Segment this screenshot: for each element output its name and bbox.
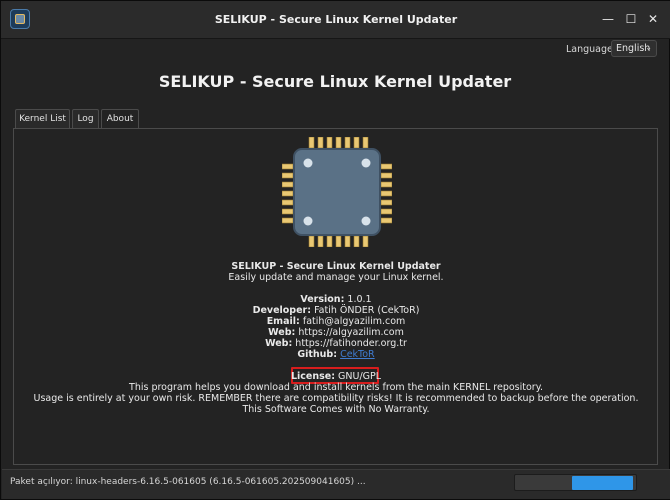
version-value: 1.0.1 <box>347 294 372 305</box>
about-app-name: SELIKUP - Secure Linux Kernel Updater <box>231 261 441 272</box>
chip-icon <box>282 137 392 247</box>
progress-indicator <box>572 476 633 490</box>
about-warning: Usage is entirely at your own risk. REME… <box>33 393 639 404</box>
about-version: Version: 1.0.1 <box>1 294 670 305</box>
maximize-icon[interactable]: ☐ <box>624 12 638 26</box>
email-value: fatih@algyazilim.com <box>302 316 406 327</box>
window-title: SELIKUP - Secure Linux Kernel Updater <box>214 13 458 26</box>
tab-about[interactable]: About <box>101 109 139 130</box>
developer-label: Developer: <box>252 305 312 316</box>
license-value: GNU/GPL <box>338 371 382 382</box>
about-web-1: Web: https://algyazilim.com <box>1 327 670 338</box>
language-label: Language: <box>566 44 617 55</box>
close-icon[interactable]: ✕ <box>646 12 660 26</box>
about-developer: Developer: Fatih ÖNDER (CekToR) <box>1 305 670 316</box>
about-web-2: Web: https://fatihonder.org.tr <box>1 338 670 349</box>
github-link[interactable]: CekToR <box>340 349 375 360</box>
tab-log[interactable]: Log <box>72 109 99 129</box>
app-window: SELIKUP - Secure Linux Kernel Updater — … <box>0 0 670 500</box>
about-description: This program helps you download and inst… <box>129 382 543 393</box>
about-license: License: GNU/GPL <box>1 371 670 382</box>
status-text: Paket açılıyor: linux-headers-6.16.5-061… <box>10 477 366 487</box>
language-select[interactable]: English ⌄ <box>611 40 657 57</box>
email-label: Email: <box>266 316 300 327</box>
minimize-icon[interactable]: — <box>601 12 615 26</box>
chevron-down-icon: ⌄ <box>645 43 652 52</box>
progress-bar <box>514 474 637 491</box>
web-value-1: https://algyazilim.com <box>298 327 404 338</box>
about-email: Email: fatih@algyazilim.com <box>1 316 670 327</box>
license-label: License: <box>290 371 335 382</box>
page-title: SELIKUP - Secure Linux Kernel Updater <box>158 72 512 91</box>
developer-value: Fatih ÖNDER (CekToR) <box>314 305 420 316</box>
web-label-1: Web: <box>268 327 296 338</box>
about-tagline: Easily update and manage your Linux kern… <box>228 272 444 283</box>
about-github: Github: CekToR <box>1 349 670 360</box>
github-label: Github: <box>297 349 338 360</box>
title-bar[interactable]: SELIKUP - Secure Linux Kernel Updater — … <box>1 1 670 39</box>
version-label: Version: <box>300 294 345 305</box>
about-warranty: This Software Comes with No Warranty. <box>242 404 430 415</box>
tab-kernel-list[interactable]: Kernel List <box>15 109 70 129</box>
web-label-2: Web: <box>265 338 293 349</box>
web-value-2: https://fatihonder.org.tr <box>295 338 407 349</box>
